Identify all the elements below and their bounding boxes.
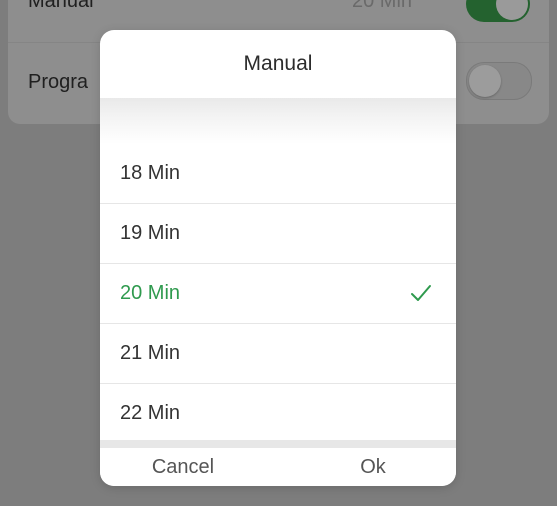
program-toggle-knob bbox=[469, 65, 501, 97]
option-label: 22 Min bbox=[120, 402, 181, 424]
checkmark-icon bbox=[411, 285, 431, 301]
option-18-min[interactable]: 18 Min bbox=[100, 144, 456, 204]
manual-row-value: 20 Min bbox=[352, 0, 413, 12]
options-list: 18 Min 19 Min 20 Min 21 Min 22 Min bbox=[100, 144, 456, 443]
ok-button[interactable]: Ok bbox=[278, 448, 456, 486]
option-label: 19 Min bbox=[120, 222, 181, 244]
option-label: 20 Min bbox=[120, 282, 181, 304]
option-label: 18 Min bbox=[120, 162, 181, 184]
dialog-title: Manual bbox=[243, 52, 313, 75]
manual-toggle-knob bbox=[496, 0, 528, 20]
manual-row-label: Manual bbox=[28, 0, 94, 12]
option-19-min[interactable]: 19 Min bbox=[100, 204, 456, 264]
cancel-button[interactable]: Cancel bbox=[100, 448, 278, 486]
program-row-label: Progra bbox=[28, 71, 89, 93]
picker-dialog: Manual 18 Min 19 Min 20 Min 21 Min 22 Mi… bbox=[100, 30, 456, 486]
program-toggle[interactable] bbox=[466, 62, 532, 100]
option-label: 21 Min bbox=[120, 342, 181, 364]
list-fade-top bbox=[100, 98, 456, 144]
option-22-min[interactable]: 22 Min bbox=[100, 384, 456, 443]
manual-toggle[interactable] bbox=[466, 0, 530, 22]
option-20-min[interactable]: 20 Min bbox=[100, 264, 456, 324]
list-fade-bottom bbox=[100, 440, 456, 448]
dialog-actions: Cancel Ok bbox=[100, 448, 456, 486]
option-21-min[interactable]: 21 Min bbox=[100, 324, 456, 384]
